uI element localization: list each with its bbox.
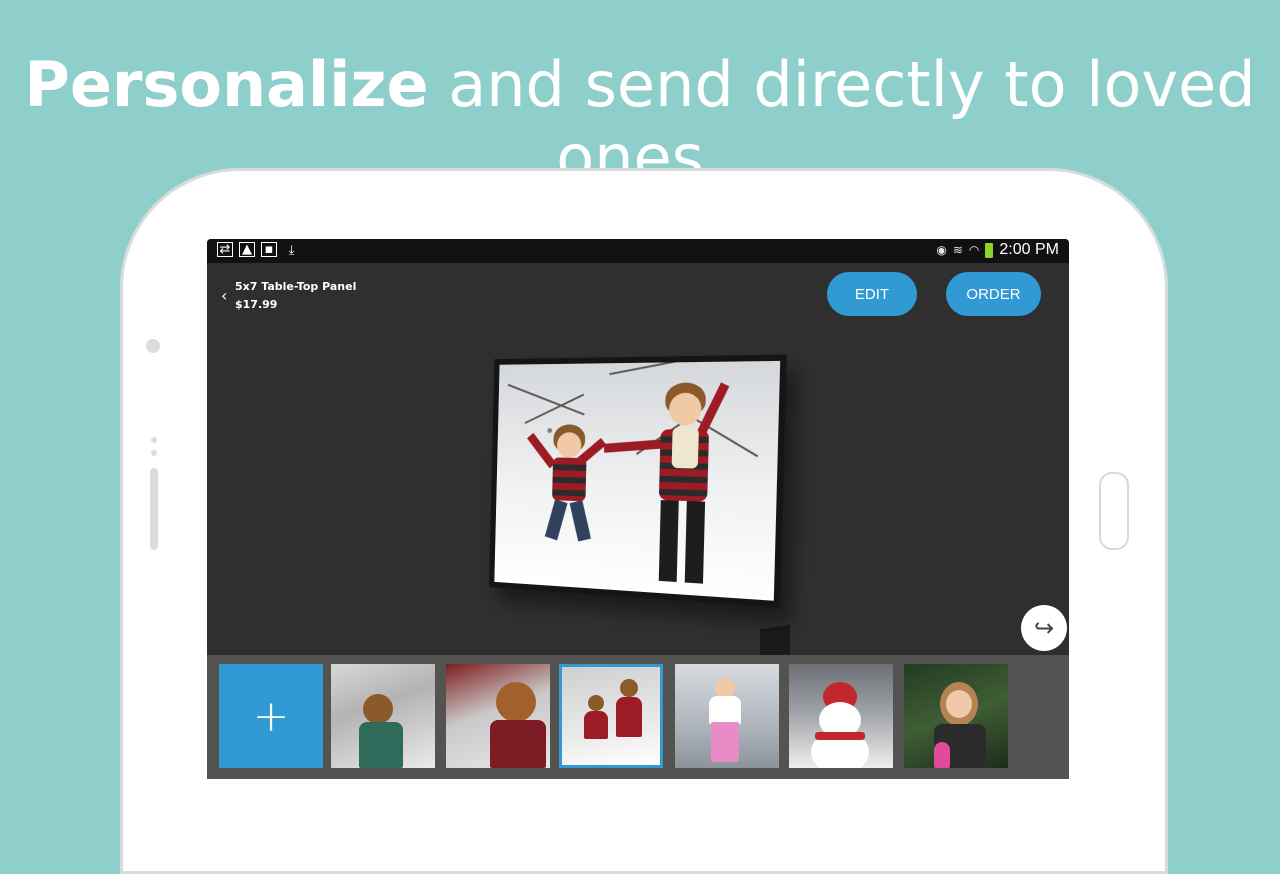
back-chevron-icon[interactable]: ‹ — [221, 286, 227, 305]
wifi-icon: ◠ — [968, 243, 980, 257]
thumbnail[interactable] — [446, 664, 550, 768]
edit-button[interactable]: EDIT — [827, 272, 917, 316]
product-preview — [480, 354, 800, 700]
thumbnail[interactable] — [331, 664, 435, 768]
thumbnail[interactable] — [675, 664, 779, 768]
add-photo-button[interactable]: + — [219, 664, 323, 768]
eye-icon: ◉ — [936, 243, 947, 257]
photo-strip: + — [207, 655, 1069, 779]
product-name: 5x7 Table-Top Panel — [235, 280, 357, 293]
sensor-dot — [151, 450, 157, 456]
product-price: $17.99 — [235, 298, 278, 311]
vibrate-icon: ≋ — [952, 243, 963, 257]
battery-icon — [985, 242, 994, 258]
headline-bold: Personalize — [24, 48, 429, 121]
share-arrow-icon: ↪ — [1033, 614, 1055, 642]
app-screen: ⇄ ▲ ▪ ⤓ ◉ ≋ ◠ 2:00 PM ‹ 5x7 Table-Top Pa… — [207, 239, 1069, 779]
status-bar: ⇄ ▲ ▪ ⤓ ◉ ≋ ◠ 2:00 PM — [207, 239, 1069, 263]
thumbnail[interactable] — [789, 664, 893, 768]
thumbnail[interactable] — [904, 664, 1008, 768]
download-icon: ⤓ — [288, 242, 295, 258]
sync-icon: ⇄ — [217, 242, 233, 257]
image-icon: ▲ — [239, 242, 255, 257]
panel-photo — [488, 354, 787, 608]
status-clock: 2:00 PM — [999, 241, 1059, 258]
order-button[interactable]: ORDER — [946, 272, 1041, 316]
sensor-dot — [151, 437, 157, 443]
side-speaker — [150, 468, 158, 550]
home-button[interactable] — [1099, 472, 1129, 550]
thumbnail-selected[interactable] — [559, 664, 663, 768]
flipboard-icon: ▪ — [261, 242, 277, 257]
share-button[interactable]: ↪ — [1021, 605, 1067, 651]
camera-dot — [146, 339, 160, 353]
